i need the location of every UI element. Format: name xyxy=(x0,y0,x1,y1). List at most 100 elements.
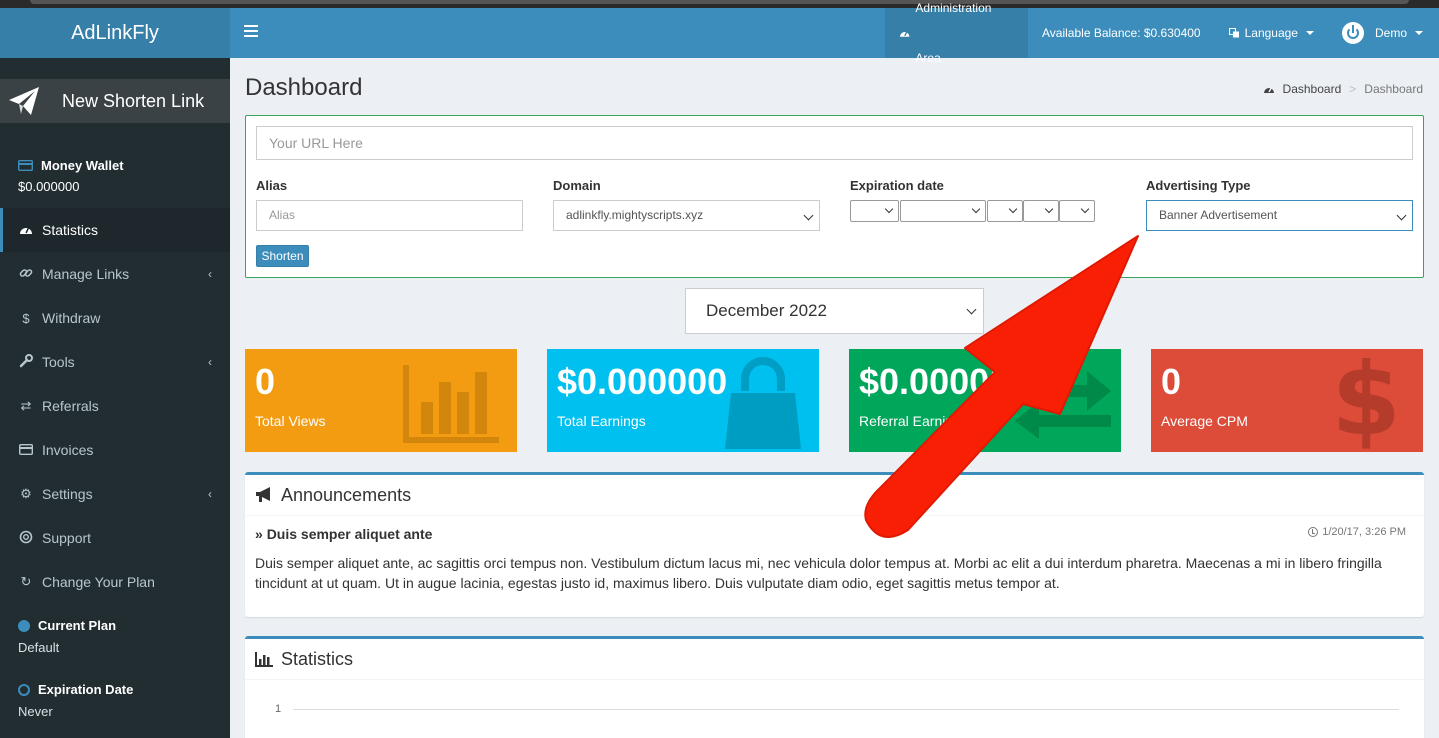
month-select-value: December 2022 xyxy=(706,301,827,320)
user-menu[interactable]: Demo xyxy=(1328,8,1439,58)
referral-earnings-label: Referral Earnings xyxy=(859,413,968,429)
sidebar-item-label: Statistics xyxy=(42,222,99,238)
user-name: Demo xyxy=(1374,26,1407,40)
chevron-down-icon xyxy=(1396,210,1407,221)
announcement-time: 1/20/17, 3:26 PM xyxy=(1308,526,1406,538)
statistics-title: Statistics xyxy=(281,648,354,669)
average-cpm-box: 0 Average CPM $ xyxy=(1151,349,1423,452)
current-plan-value: Default xyxy=(18,640,60,655)
main-header: AdLinkFly Administration Area Available … xyxy=(0,1,1439,65)
sidebar-item-support[interactable]: Support xyxy=(0,516,230,560)
new-shorten-link-button[interactable]: New Shorten Link xyxy=(0,79,230,123)
dashboard-icon xyxy=(899,31,910,37)
sidebar-item-settings[interactable]: ⚙ Settings ‹ xyxy=(0,472,230,516)
expiration-hour-select[interactable] xyxy=(1023,200,1059,222)
expiration-year-select[interactable] xyxy=(850,200,899,222)
chevron-down-icon xyxy=(966,304,977,315)
total-views-box: 0 Total Views xyxy=(245,349,517,452)
breadcrumb-home-link[interactable]: Dashboard xyxy=(1283,82,1342,96)
sidebar-item-invoices[interactable]: Invoices xyxy=(0,428,230,472)
sidebar-item-label: Invoices xyxy=(42,442,94,458)
life-ring-icon xyxy=(18,530,34,547)
chevron-down-icon xyxy=(971,204,981,214)
user-circle-icon xyxy=(18,619,30,632)
sidebar-item-label: Support xyxy=(42,530,92,546)
balance-display: Available Balance: $0.630400 xyxy=(1028,8,1215,58)
announcement-time-text: 1/20/17, 3:26 PM xyxy=(1322,526,1406,538)
referral-earnings-value: $0.000000 xyxy=(859,361,1030,402)
breadcrumb: Dashboard > Dashboard xyxy=(1263,82,1423,96)
statistics-header: Statistics xyxy=(245,639,1424,680)
credit-card-icon xyxy=(18,160,33,171)
link-icon xyxy=(18,266,34,283)
chart-gridline xyxy=(293,709,1399,710)
sidebar-item-referrals[interactable]: ⇄ Referrals xyxy=(0,384,230,428)
power-avatar-icon xyxy=(1341,22,1364,44)
sidebar-item-manage-links[interactable]: Manage Links ‹ xyxy=(0,252,230,296)
announcements-title: Announcements xyxy=(281,484,412,505)
chevron-down-icon xyxy=(884,204,894,214)
sidebar-item-change-plan[interactable]: ↻ Change Your Plan xyxy=(0,560,230,604)
chevron-down-icon xyxy=(1305,31,1314,35)
chart-y-tick: 1 xyxy=(275,703,282,715)
balance-label: Available Balance: $0.630400 xyxy=(1042,26,1201,40)
sidebar-item-label: Manage Links xyxy=(42,266,130,282)
chevron-down-icon xyxy=(1415,31,1423,35)
app-logo[interactable]: AdLinkFly xyxy=(0,8,230,58)
chevron-down-icon xyxy=(1008,204,1018,214)
total-earnings-box: $0.000000 Total Earnings xyxy=(547,349,819,452)
paper-plane-icon xyxy=(0,79,48,123)
month-select[interactable]: December 2022 xyxy=(685,288,984,334)
bar-chart-icon xyxy=(255,651,273,667)
admin-area-link[interactable]: Administration Area xyxy=(885,1,1029,65)
advertising-type-label: Advertising Type xyxy=(1146,178,1251,193)
statistics-panel: Statistics 1 xyxy=(245,636,1424,738)
advertising-type-select[interactable]: Banner Advertisement xyxy=(1146,200,1413,231)
chevron-left-icon: ‹ xyxy=(208,487,212,501)
language-label: Language xyxy=(1244,26,1298,40)
hamburger-menu-icon[interactable] xyxy=(244,25,258,39)
sidebar-item-statistics[interactable]: Statistics xyxy=(0,208,230,252)
wallet-value: $0.000000 xyxy=(18,179,80,194)
advertising-type-value: Banner Advertisement xyxy=(1159,208,1278,222)
total-views-value: 0 xyxy=(255,361,276,402)
chevron-left-icon: ‹ xyxy=(208,267,212,281)
clock-icon xyxy=(18,683,30,696)
expiration-date-value: Never xyxy=(18,704,53,719)
sidebar: New Shorten Link Money Wallet $0.000000 … xyxy=(0,58,230,738)
current-plan-title: Current Plan xyxy=(38,618,117,633)
admin-area-label: Administration Area xyxy=(915,1,992,65)
bar-chart-icon xyxy=(403,365,499,443)
sidebar-item-label: Withdraw xyxy=(42,310,101,326)
domain-label: Domain xyxy=(553,178,601,193)
announcement-title[interactable]: » Duis semper aliquet ante xyxy=(255,526,432,542)
url-input[interactable]: Your URL Here xyxy=(256,126,1413,160)
chevron-down-icon xyxy=(803,210,814,221)
shorten-button[interactable]: Shorten xyxy=(256,245,309,267)
alias-input[interactable]: Alias xyxy=(256,200,523,231)
announcements-panel: Announcements » Duis semper aliquet ante… xyxy=(245,472,1424,617)
sidebar-item-tools[interactable]: Tools ‹ xyxy=(0,340,230,384)
new-shorten-link-label: New Shorten Link xyxy=(62,90,205,111)
chevron-left-icon: ‹ xyxy=(208,355,212,369)
shorten-form: Your URL Here Alias Alias Domain adlinkf… xyxy=(245,115,1424,278)
clock-icon xyxy=(1308,527,1319,537)
referral-earnings-box: $0.000000 Referral Earnings xyxy=(849,349,1121,452)
window-top-edge xyxy=(0,0,1439,8)
announcement-body: Duis semper aliquet ante, ac sagittis or… xyxy=(255,555,1382,591)
expiration-date-title: Expiration Date xyxy=(38,682,134,697)
announcements-header: Announcements xyxy=(245,475,1424,516)
dollar-icon: $ xyxy=(1331,349,1401,452)
announcement-title-text: Duis semper aliquet ante xyxy=(266,526,433,542)
expiration-month-select[interactable] xyxy=(900,200,986,222)
sidebar-item-withdraw[interactable]: $ Withdraw xyxy=(0,296,230,340)
expiration-minute-select[interactable] xyxy=(1059,200,1095,222)
dashboard-icon xyxy=(18,223,34,238)
language-dropdown[interactable]: Language xyxy=(1215,8,1328,58)
expiration-day-select[interactable] xyxy=(987,200,1023,222)
sidebar-item-label: Change Your Plan xyxy=(42,574,155,590)
page-title: Dashboard xyxy=(245,74,363,101)
breadcrumb-separator: > xyxy=(1349,82,1357,96)
domain-select[interactable]: adlinkfly.mightyscripts.xyz xyxy=(553,200,820,231)
money-wallet: Money Wallet $0.000000 xyxy=(18,158,124,194)
